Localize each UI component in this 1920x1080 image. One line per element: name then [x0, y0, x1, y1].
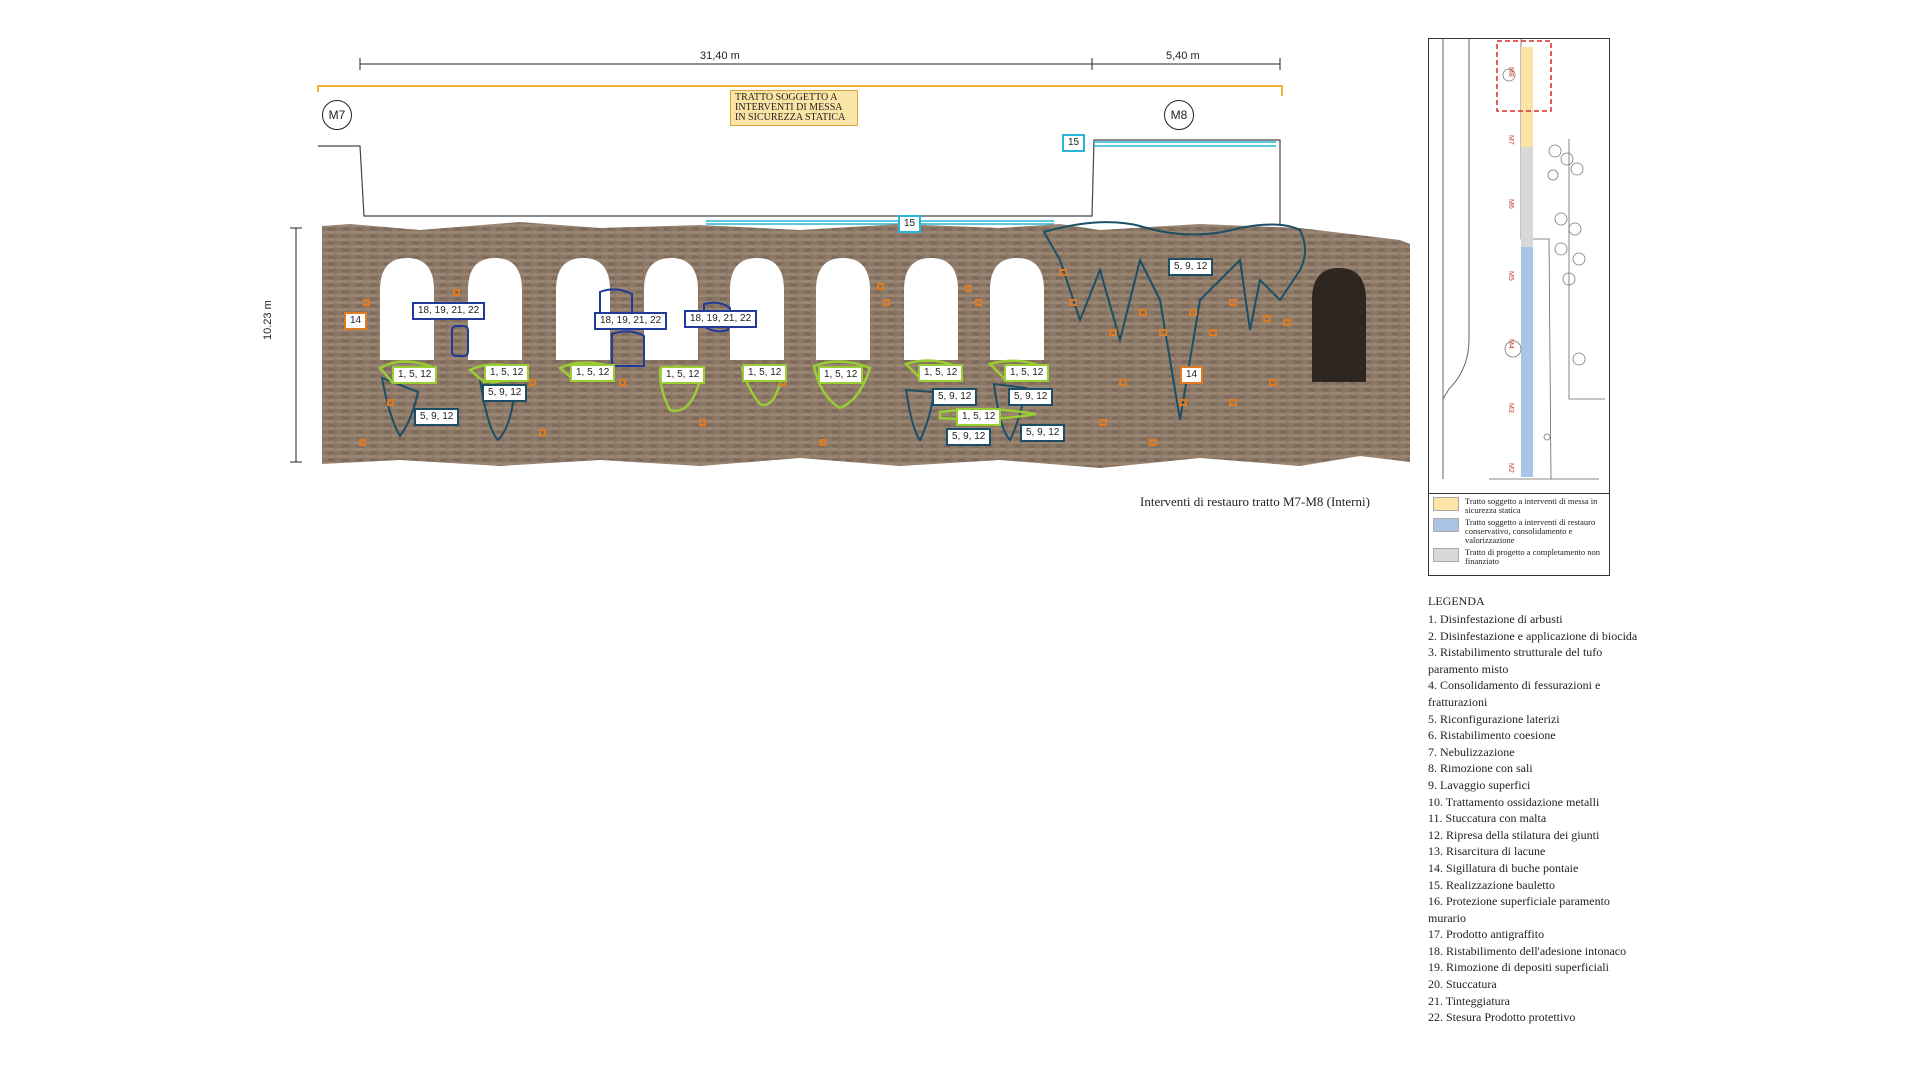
legend-item: 16. Protezione superficiale paramento mu… — [1428, 894, 1610, 925]
legend-item: 19. Rimozione di depositi superficiali — [1428, 960, 1609, 975]
key-map-yellow-segment — [1521, 47, 1533, 147]
legend-item: 20. Stuccatura — [1428, 977, 1497, 992]
legend-item: 9. Lavaggio superfici — [1428, 777, 1531, 792]
tag-5-9-12-g: 5, 9, 12 — [1168, 258, 1214, 276]
legend-item: 10. Trattamento ossidazione metalli — [1428, 794, 1600, 809]
key-map-label-m4: M4 — [1507, 339, 1514, 349]
key-map-blue-segment — [1521, 247, 1533, 477]
tag-1-5-12-g: 1, 5, 12 — [918, 364, 964, 382]
legend-item: 15. Realizzazione bauletto — [1428, 877, 1555, 892]
key-map-label-m3: M3 — [1507, 403, 1514, 413]
legend-item: 12. Ripresa della stilatura dei giunti — [1428, 827, 1600, 842]
legend-item: 14. Sigillatura di buche pontaie — [1428, 860, 1579, 875]
tag-18-19-21-22-b: 18, 19, 21, 22 — [594, 312, 668, 330]
legend-item: 22. Stesura Prodotto protettivo — [1428, 1010, 1576, 1025]
dimension-label-top-left: 31,40 m — [700, 50, 740, 62]
key-map: M8 M7 M6 M5 M4 M3 M2 Tratto soggetto a i… — [1428, 38, 1610, 576]
tag-1-5-12-a: 1, 5, 12 — [392, 366, 438, 384]
tag-5-9-12-e: 5, 9, 12 — [946, 428, 992, 446]
legend-title: LEGENDA — [1428, 594, 1485, 608]
tag-14-right: 14 — [1180, 366, 1204, 384]
legend-item: 11. Stuccatura con malta — [1428, 811, 1547, 826]
tag-5-9-12-d: 5, 9, 12 — [1008, 388, 1054, 406]
drawing-caption: Interventi di restauro tratto M7-M8 (Int… — [1140, 494, 1370, 509]
key-swatch-yellow — [1433, 497, 1459, 511]
tag-14-left: 14 — [344, 312, 368, 330]
legend-item: 21. Tinteggiatura — [1428, 993, 1511, 1008]
legend-item: 4. Consolidamento di fessurazioni e frat… — [1428, 678, 1601, 709]
arch-opening-8 — [990, 258, 1044, 360]
tag-18-19-21-22-a: 18, 19, 21, 22 — [412, 302, 486, 320]
key-map-drawing: M8 M7 M6 M5 M4 M3 M2 — [1442, 39, 1605, 480]
key-text-yellow: Tratto soggetto a interventi di messa in… — [1465, 496, 1598, 515]
arch-opening-7 — [904, 258, 958, 360]
key-map-label-m2: M2 — [1507, 463, 1514, 473]
tag-5-9-12-a: 5, 9, 12 — [414, 408, 460, 426]
key-swatch-grey — [1433, 548, 1459, 562]
tag-1-5-12-h: 1, 5, 12 — [1004, 364, 1050, 382]
legend-item: 6. Ristabilimento coesione — [1428, 728, 1556, 743]
key-map-label-m5: M5 — [1507, 271, 1514, 281]
notice-statics: TRATTO SOGGETTO A INTERVENTI DI MESSA IN… — [730, 90, 858, 126]
dimension-label-height: 10.23 m — [262, 300, 274, 340]
tag-5-9-12-f: 5, 9, 12 — [1020, 424, 1066, 442]
legend-item: 7. Nebulizzazione — [1428, 744, 1515, 759]
key-row-grey: Tratto di progetto a completamento non f… — [1433, 548, 1605, 566]
key-map-label-m7: M7 — [1507, 135, 1514, 145]
arch-opening-3 — [556, 258, 610, 360]
marker-m8: M8 — [1164, 100, 1194, 130]
key-row-blue: Tratto soggetto a interventi di restauro… — [1433, 518, 1605, 545]
legend-item: 18. Ristabilimento dell'adesione intonac… — [1428, 943, 1627, 958]
wall-profile-outline — [318, 139, 1281, 224]
arch-opening-5 — [730, 258, 784, 360]
arch-opening-4 — [644, 258, 698, 360]
tag-18-19-21-22-c: 18, 19, 21, 22 — [684, 310, 758, 328]
bauletto-line-wall — [706, 220, 1054, 225]
legend-item: 3. Ristabilimento strutturale del tufo p… — [1428, 645, 1603, 676]
key-map-grey-segment — [1521, 147, 1533, 247]
key-map-legend: Tratto soggetto a interventi di messa in… — [1429, 493, 1609, 569]
legend-item: 5. Riconfigurazione laterizi — [1428, 711, 1560, 726]
key-swatch-blue — [1433, 518, 1459, 532]
tag-1-5-12-e: 1, 5, 12 — [742, 364, 788, 382]
legend-item: 1. Disinfestazione di arbusti — [1428, 612, 1563, 626]
legend-item: 13. Risarcitura di lacune — [1428, 844, 1546, 859]
arch-opening-6 — [816, 258, 870, 360]
tag-1-5-12-d: 1, 5, 12 — [660, 366, 706, 384]
tag-5-9-12-c: 5, 9, 12 — [932, 388, 978, 406]
key-text-blue: Tratto soggetto a interventi di restauro… — [1465, 517, 1596, 545]
legend-item: 2. Disinfestazione e applicazione di bio… — [1428, 628, 1638, 643]
bauletto-line-top — [1094, 141, 1276, 147]
legend-item: 8. Rimozione con sali — [1428, 761, 1533, 776]
tag-1-5-12-b: 1, 5, 12 — [484, 364, 530, 382]
dimension-label-top-right: 5,40 m — [1166, 50, 1200, 62]
tag-15-top: 15 — [1062, 134, 1086, 152]
key-map-label-m6: M6 — [1507, 199, 1514, 209]
arch-dark-opening — [1312, 268, 1366, 382]
marker-m7: M7 — [322, 100, 352, 130]
tag-1-5-12-i: 1, 5, 12 — [956, 408, 1002, 426]
tag-1-5-12-c: 1, 5, 12 — [570, 364, 616, 382]
tag-15-wall: 15 — [898, 215, 922, 233]
key-text-grey: Tratto di progetto a completamento non f… — [1465, 547, 1600, 566]
legend-list: 1. Disinfestazione di arbusti 2. Disinfe… — [1428, 611, 1644, 1026]
tag-1-5-12-f: 1, 5, 12 — [818, 366, 864, 384]
tag-5-9-12-b: 5, 9, 12 — [482, 384, 528, 402]
legend-item: 17. Prodotto antigraffito — [1428, 927, 1545, 942]
key-row-yellow: Tratto soggetto a interventi di messa in… — [1433, 497, 1605, 515]
key-map-label-m8: M8 — [1507, 67, 1514, 77]
